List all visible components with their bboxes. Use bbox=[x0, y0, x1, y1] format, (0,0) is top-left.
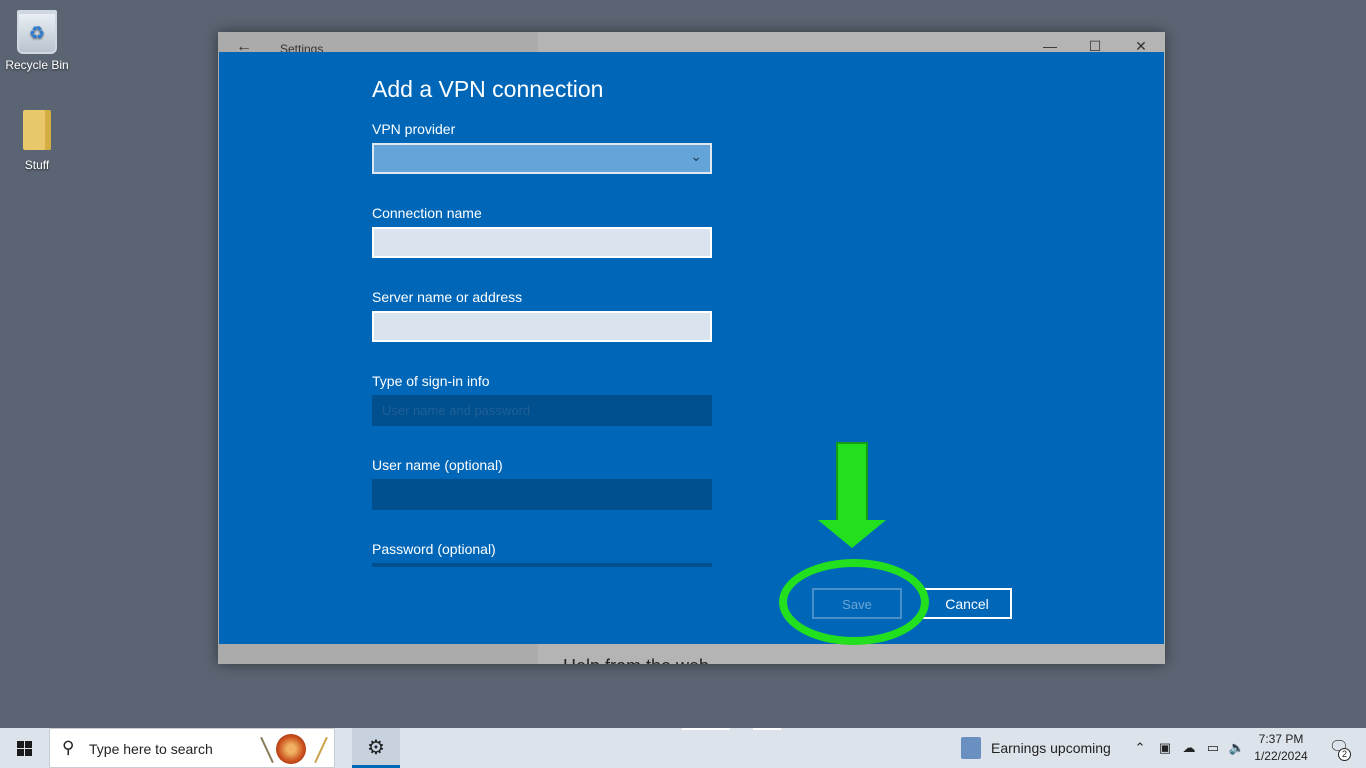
add-vpn-dialog: Add a VPN connection VPN provider ⌄ Conn… bbox=[219, 52, 1164, 644]
search-icon: ⚲ bbox=[62, 738, 75, 757]
password-label: Password (optional) bbox=[372, 541, 496, 557]
battery-icon[interactable]: ▭ bbox=[1202, 728, 1224, 768]
server-address-input[interactable] bbox=[372, 311, 712, 342]
desktop-icon-recycle-bin[interactable]: Recycle Bin bbox=[0, 10, 74, 72]
sign-in-type-dropdown: User name and password bbox=[372, 395, 712, 426]
annotation-arrow-shaft bbox=[836, 442, 868, 522]
taskbar: ⚲ Type here to search ⚙ Earnings upcomin… bbox=[0, 728, 1366, 768]
taskbar-app-indicator bbox=[682, 728, 730, 730]
username-input bbox=[372, 479, 712, 510]
desktop-icon-stuff[interactable]: Stuff bbox=[0, 110, 74, 172]
chevron-down-icon: ⌄ bbox=[690, 148, 702, 164]
search-highlight-image bbox=[260, 732, 330, 766]
cancel-button[interactable]: Cancel bbox=[922, 588, 1012, 619]
taskbar-app-indicator bbox=[753, 728, 781, 730]
settings-help-heading: Help from the web bbox=[563, 656, 709, 664]
taskbar-clock[interactable]: 7:37 PM 1/22/2024 bbox=[1248, 731, 1314, 765]
server-address-label: Server name or address bbox=[372, 289, 523, 305]
network-icon[interactable]: ☁ bbox=[1178, 728, 1200, 768]
connection-name-input[interactable] bbox=[372, 227, 712, 258]
clock-date: 1/22/2024 bbox=[1254, 749, 1308, 763]
gear-icon: ⚙ bbox=[367, 737, 385, 759]
volume-icon[interactable]: 🔈 bbox=[1226, 728, 1248, 768]
desktop-icon-label: Stuff bbox=[24, 158, 50, 172]
start-button[interactable] bbox=[0, 728, 48, 768]
vpn-provider-label: VPN provider bbox=[372, 121, 456, 137]
username-label: User name (optional) bbox=[372, 457, 503, 473]
notification-count-badge: 2 bbox=[1338, 748, 1351, 761]
settings-taskbar-button[interactable]: ⚙ bbox=[352, 728, 400, 768]
stock-chart-icon bbox=[961, 737, 981, 759]
annotation-circle bbox=[779, 559, 929, 645]
desktop-icon-label: Recycle Bin bbox=[5, 58, 69, 72]
windows-logo-icon bbox=[17, 741, 32, 756]
device-icon[interactable]: ▣ bbox=[1155, 728, 1175, 768]
annotation-arrow-head bbox=[818, 520, 886, 548]
notification-center-button[interactable]: 🗨 2 bbox=[1324, 728, 1354, 768]
dialog-title: Add a VPN connection bbox=[372, 76, 604, 102]
news-widget-text: Earnings upcoming bbox=[991, 740, 1111, 756]
search-placeholder: Type here to search bbox=[89, 741, 213, 757]
recycle-bin-icon bbox=[17, 10, 57, 54]
taskbar-search-box[interactable]: ⚲ Type here to search bbox=[49, 728, 335, 768]
connection-name-label: Connection name bbox=[372, 205, 482, 221]
folder-icon bbox=[17, 110, 57, 154]
sign-in-type-label: Type of sign-in info bbox=[372, 373, 490, 389]
clock-time: 7:37 PM bbox=[1258, 732, 1304, 746]
password-input bbox=[372, 563, 712, 567]
vpn-provider-dropdown[interactable]: ⌄ bbox=[372, 143, 712, 174]
show-hidden-icons-button[interactable]: ⌃ bbox=[1130, 728, 1150, 768]
